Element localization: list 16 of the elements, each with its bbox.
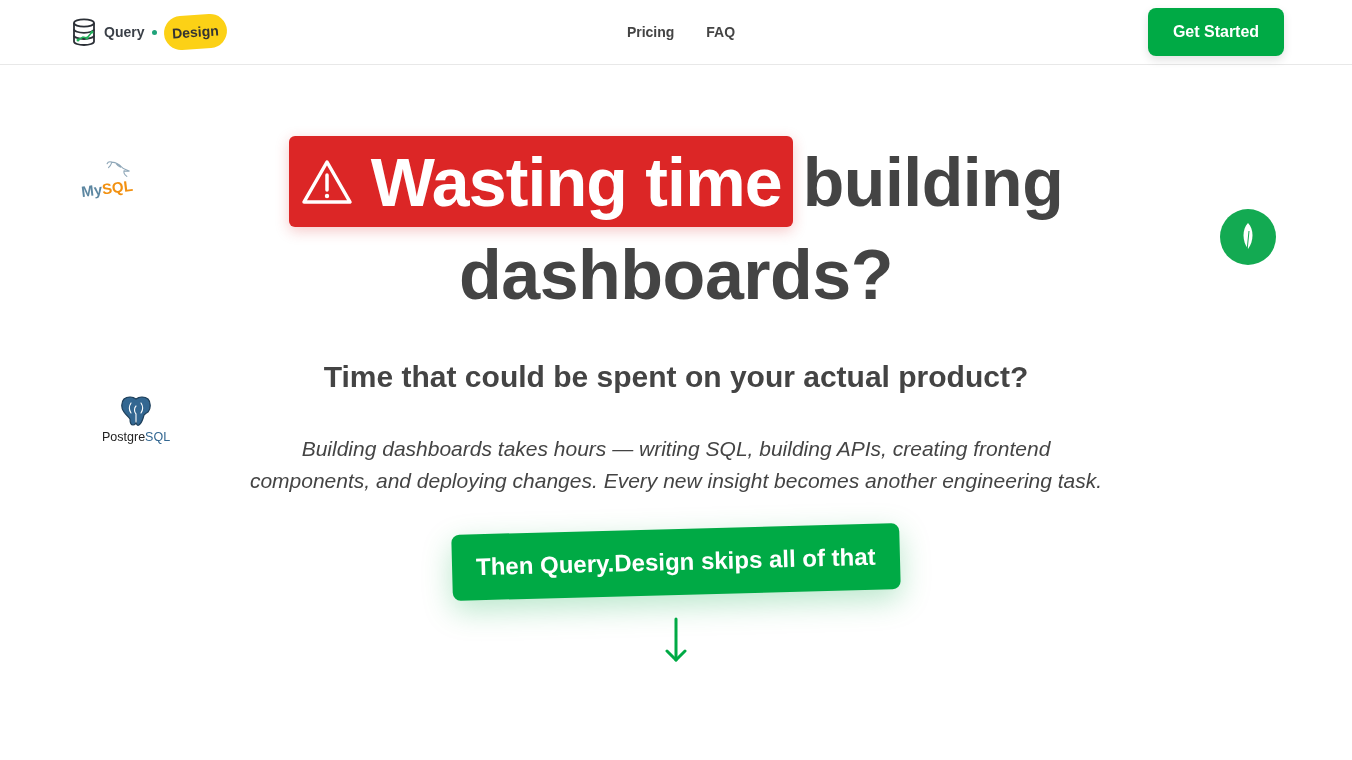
logo-text: Query [104,24,145,40]
headline-text: dashboards? [459,235,893,315]
subtitle: Time that could be spent on your actual product? [323,359,1029,395]
callout-banner: Then Query.Design skips all of that [451,523,901,601]
logo-text: My SQL [80,177,134,201]
database-icon [72,17,96,47]
logo-text: PostgreSQL [102,431,171,445]
elephant-icon [120,396,153,427]
logo-highlight: Design [163,12,229,52]
dot-icon [152,29,158,35]
warning-icon [300,158,353,205]
leaf-icon [1220,209,1276,265]
description: Building dashboards takes hours — writing SQL, building APIs, creating frontend components, and deploying changes. Every new insight becomes another engineering task. [248,436,1104,494]
nav-link[interactable]: Pricing [626,24,675,40]
nav-link[interactable]: FAQ [706,24,736,40]
down-arrow-icon [665,617,687,663]
